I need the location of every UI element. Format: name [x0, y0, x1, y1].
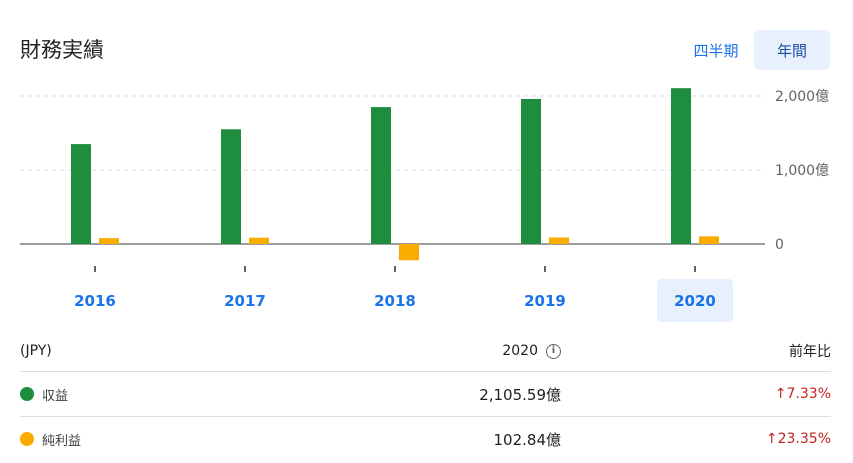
arrow-up-icon: ↑ — [774, 386, 787, 402]
yoy-header: 前年比 — [789, 344, 831, 360]
change-value: 23.35% — [777, 431, 831, 447]
arrow-up-icon: ↑ — [765, 431, 778, 447]
x-tick-label[interactable]: 2020 — [674, 292, 716, 310]
y-tick-label: 1,000億 — [775, 163, 829, 179]
net-income-bar — [699, 236, 719, 244]
revenue-dot-icon — [20, 387, 34, 401]
revenue-bar — [671, 88, 691, 244]
grid-lines — [20, 95, 765, 245]
bars — [71, 88, 719, 261]
x-tick-label[interactable]: 2019 — [524, 292, 566, 310]
row-label: 収益 — [20, 372, 68, 416]
revenue-bar — [371, 107, 391, 244]
row-name: 収益 — [42, 388, 69, 404]
change-value: 7.33% — [786, 386, 831, 402]
x-tick-label[interactable]: 2017 — [224, 292, 266, 310]
x-tick-label[interactable]: 2016 — [74, 292, 116, 310]
financial-chart: 2,000億 1,000億 0 2016 2017 2018 2019 2020 — [20, 88, 829, 322]
financial-table: (JPY) 2020 i 前年比 収益 2,105.59億 ↑ 7.33% 純利… — [20, 331, 831, 461]
x-tick-label[interactable]: 2018 — [374, 292, 416, 310]
y-tick-label: 2,000億 — [775, 89, 829, 105]
net-income-bar — [249, 237, 269, 244]
year-header-label: 2020 — [502, 343, 538, 359]
row-change: ↑ 7.33% — [775, 372, 831, 416]
row-value: 102.84億 — [493, 430, 562, 449]
revenue-bar — [521, 98, 541, 245]
net-income-bar — [399, 244, 419, 261]
revenue-bar — [71, 144, 91, 244]
row-change: ↑ 23.35% — [766, 417, 831, 461]
net-income-dot-icon — [20, 432, 34, 446]
row-name: 純利益 — [42, 433, 82, 449]
info-icon[interactable]: i — [546, 343, 561, 359]
table-row-revenue: 収益 2,105.59億 ↑ 7.33% — [20, 371, 831, 416]
row-value: 2,105.59億 — [479, 385, 561, 404]
x-axis: 2016 2017 2018 2019 2020 — [74, 266, 733, 322]
revenue-bar — [221, 129, 241, 244]
currency-label: (JPY) — [20, 343, 52, 359]
table-header: (JPY) 2020 i 前年比 — [20, 331, 831, 371]
y-tick-label: 0 — [775, 237, 784, 253]
net-income-bar — [549, 237, 569, 244]
table-row-net-income: 純利益 102.84億 ↑ 23.35% — [20, 416, 831, 461]
row-label: 純利益 — [20, 417, 81, 461]
year-header: 2020 i — [502, 331, 561, 371]
net-income-bar — [99, 238, 119, 244]
y-axis-labels: 2,000億 1,000億 0 — [775, 89, 829, 253]
